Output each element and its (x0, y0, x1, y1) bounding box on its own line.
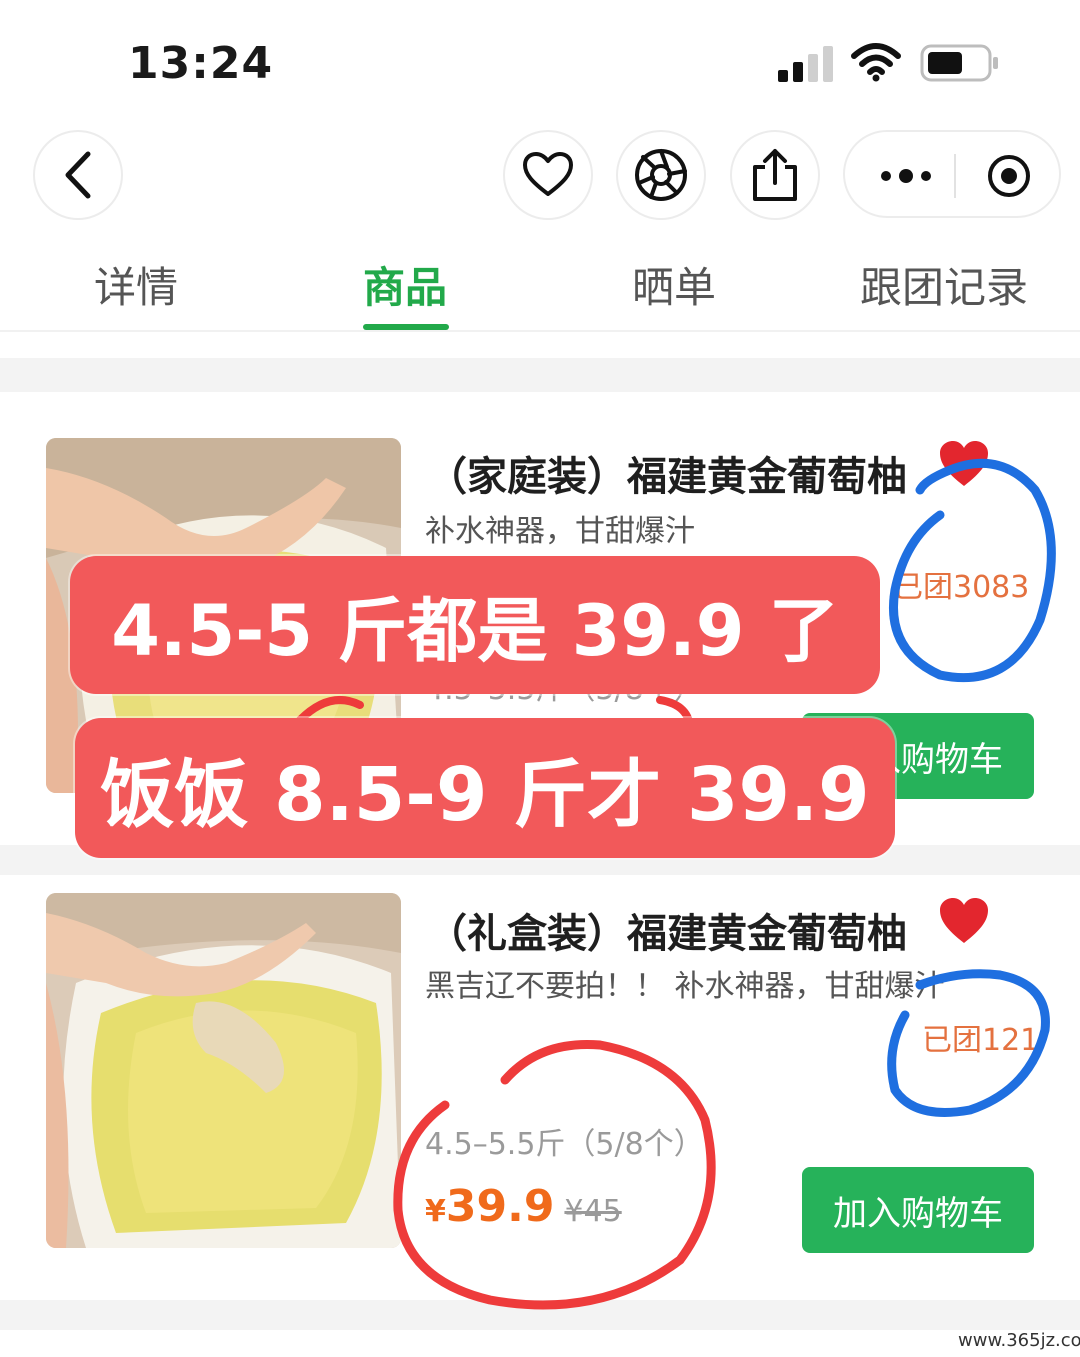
joined-count: 已团3083 (893, 570, 1030, 605)
red-heart-icon (940, 441, 988, 486)
product-title: （家庭装）福建黄金葡萄柚 (427, 454, 907, 500)
wifi-icon (851, 43, 901, 82)
overlay-banner-top: 4.5-5 斤都是 39.9 了 (70, 556, 880, 694)
watermark: www.365jz.com (958, 1330, 1080, 1351)
more-button[interactable] (871, 154, 941, 198)
tab-group-records[interactable]: 跟团记录 (860, 254, 1028, 315)
more-dots-icon (881, 169, 931, 183)
camera-button[interactable] (616, 130, 706, 220)
status-bar: 13:24 (0, 0, 1080, 120)
back-button[interactable] (33, 130, 123, 220)
section-divider (0, 1300, 1080, 1330)
close-button[interactable] (977, 152, 1041, 200)
favorite-button[interactable] (503, 130, 593, 220)
target-close-icon (988, 155, 1030, 197)
product-spec: 4.5–5.5斤（5/8个） (425, 1127, 704, 1162)
grapefruit-photo (46, 893, 401, 1248)
red-heart-icon (940, 898, 988, 943)
chevron-left-icon (65, 151, 91, 199)
product-subtitle: 黑吉辽不要拍！！ 补水神器，甘甜爆汁 (425, 969, 945, 1004)
original-price: ¥45 (564, 1194, 622, 1229)
active-tab-indicator (363, 324, 449, 330)
capsule-divider (954, 154, 956, 198)
price-value: 39.9 (445, 1181, 555, 1232)
battery-icon (920, 44, 998, 82)
share-icon (753, 149, 797, 201)
overlay-banner-bottom: 饭饭 8.5-9 斤才 39.9 (75, 718, 895, 858)
cellular-signal-icon (778, 46, 833, 82)
tab-details[interactable]: 详情 (94, 254, 178, 315)
product-subtitle: 补水神器，甘甜爆汁 (425, 514, 695, 549)
product-card[interactable]: （礼盒装）福建黄金葡萄柚 黑吉辽不要拍！！ 补水神器，甘甜爆汁 已团121 4.… (0, 875, 1080, 1300)
heart-outline-icon (523, 152, 573, 196)
tab-products[interactable]: 商品 (363, 254, 447, 315)
joined-count: 已团121 (922, 1023, 1040, 1058)
section-divider (0, 358, 1080, 392)
mini-program-capsule (843, 130, 1061, 218)
add-to-cart-button[interactable]: 加入购物车 (802, 1167, 1034, 1253)
tab-bar: 详情 商品 晒单 跟团记录 (0, 240, 1080, 332)
tab-reviews[interactable]: 晒单 (632, 254, 716, 315)
shutter-icon (635, 149, 687, 201)
status-time: 13:24 (128, 38, 274, 89)
product-price: ¥39.9 ¥45 (425, 1181, 622, 1232)
product-title: （礼盒装）福建黄金葡萄柚 (427, 911, 907, 957)
share-button[interactable] (730, 130, 820, 220)
product-image[interactable] (46, 893, 401, 1248)
price-currency: ¥ (425, 1194, 446, 1229)
